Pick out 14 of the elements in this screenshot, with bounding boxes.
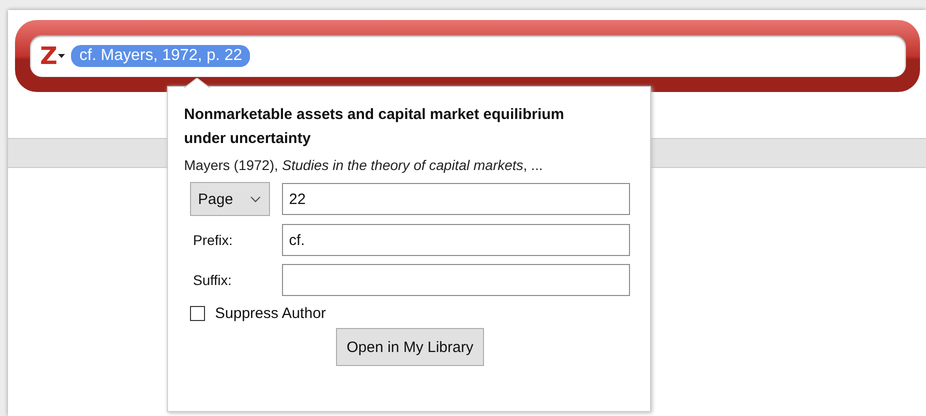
open-library-button[interactable]: Open in My Library — [336, 328, 484, 366]
locator-dropdown[interactable]: Page — [190, 182, 270, 216]
chevron-icon[interactable] — [250, 196, 261, 202]
locator-field[interactable]: 22 — [282, 183, 630, 215]
suffix-field[interactable] — [282, 264, 630, 296]
prefix-label: Prefix: — [192, 232, 234, 248]
suffix-label: Suffix: — [192, 272, 233, 288]
logo-menu[interactable]: Z — [40, 44, 66, 68]
citation-text: Mayers (1972), Studies in the theory of capital markets, ... — [184, 157, 544, 173]
suppress-author-label: Suppress Author — [215, 305, 326, 322]
prefix-field[interactable]: cf. — [282, 224, 630, 256]
caret-icon[interactable] — [58, 54, 66, 58]
suppress-author-checkbox[interactable] — [190, 306, 205, 321]
item-title: Nonmarketable assets and capital market equilibrium under uncertainty — [184, 105, 566, 149]
